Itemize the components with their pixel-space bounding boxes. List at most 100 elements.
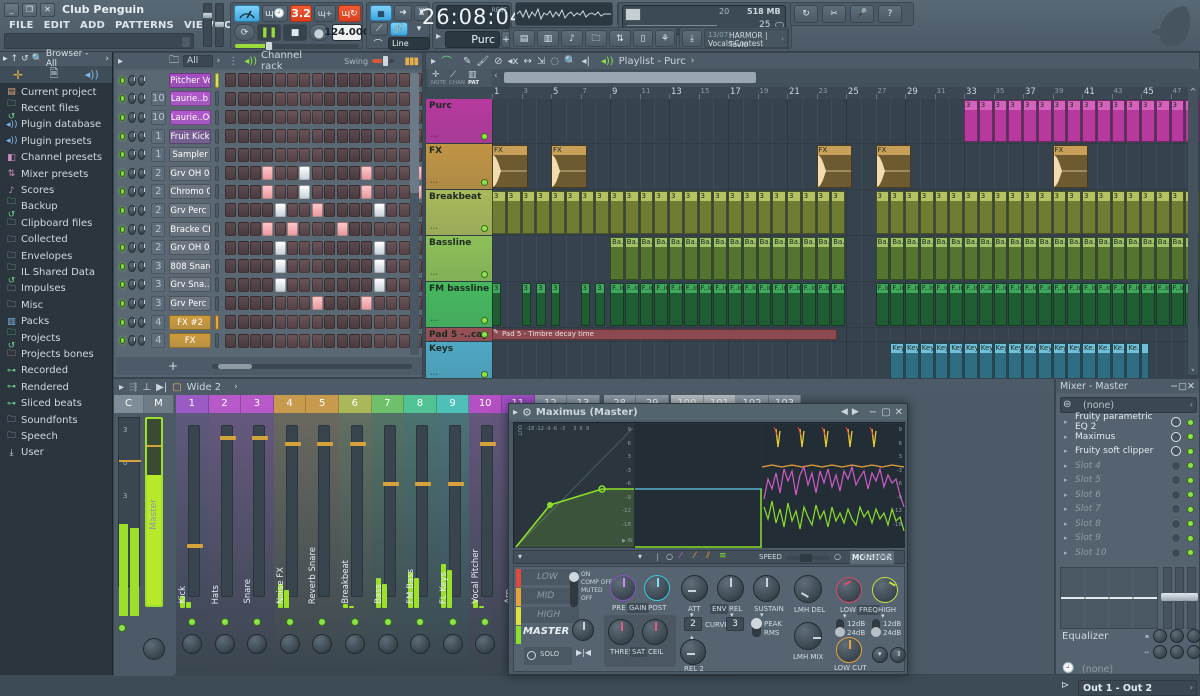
channel-gate-indicator[interactable] — [214, 258, 220, 274]
fx-clip[interactable]: FX — [551, 145, 587, 188]
channel-volume-knob[interactable] — [137, 149, 146, 161]
step-button[interactable] — [237, 166, 249, 181]
slot-mix-knob[interactable] — [1171, 446, 1181, 457]
browser-item-plugin-database[interactable]: ◂)) Plugin database — [0, 117, 112, 133]
effect-slot[interactable]: ▸ Slot 7 — [1060, 502, 1197, 517]
fm-clip[interactable]: F..ine — [1037, 283, 1052, 326]
bassline-clip[interactable]: Ba..ne — [683, 237, 698, 280]
fader-cap[interactable] — [317, 442, 334, 446]
step-button[interactable] — [324, 333, 336, 348]
step-button[interactable] — [262, 91, 274, 106]
effect-slot[interactable]: ▸ Slot 9 — [1060, 531, 1197, 546]
step-button[interactable] — [386, 203, 398, 218]
breakbeat-clip[interactable]: 3 — [565, 191, 580, 234]
step-button[interactable] — [299, 240, 311, 255]
microphone-icon[interactable]: 🎤 — [850, 5, 874, 23]
lmh-mix-knob[interactable] — [794, 622, 822, 650]
mixer-strip-number[interactable]: 2 — [208, 395, 242, 413]
keys-clip[interactable]: Keys — [1008, 343, 1022, 380]
low-db-switch[interactable] — [835, 619, 845, 637]
channel-mute-led[interactable] — [120, 169, 126, 177]
channel-pan-knob[interactable] — [128, 74, 136, 86]
channel-pan-knob[interactable] — [128, 167, 136, 179]
slot-mix-knob[interactable] — [1171, 504, 1181, 515]
step-button[interactable] — [287, 277, 299, 292]
step-button[interactable] — [225, 184, 237, 199]
step-sequencer[interactable] — [225, 222, 422, 237]
mixer-strip-number[interactable]: 1 — [176, 395, 209, 413]
channel-row[interactable]: 2Grv Perc 13 — [116, 201, 422, 220]
master-input-select[interactable]: ⊜ (none) › — [1060, 397, 1197, 413]
maximus-close-icon[interactable]: ✕ — [895, 407, 903, 418]
double-slope-tool-icon[interactable]: ⫽ — [706, 551, 710, 561]
fm-clip[interactable]: F..ine — [669, 283, 683, 326]
fm-clip[interactable]: F..ine — [1096, 283, 1111, 326]
step-button[interactable] — [336, 222, 348, 237]
browser-tree[interactable]: ▤ Current project 🗀↺ Recent files ◂)) Plugin … — [0, 84, 112, 461]
mixer-pan-knob[interactable] — [312, 634, 333, 654]
playlist-lane[interactable]: Ba..neBa..neBa..neBa..neBa..neBa..neBa..… — [492, 236, 1200, 282]
step-sequencer[interactable] — [225, 91, 422, 106]
master-pitch-slider[interactable] — [214, 3, 225, 47]
step-button[interactable] — [237, 91, 249, 106]
fm-clip[interactable]: F..ine — [919, 283, 934, 326]
speed-reset-icon[interactable]: ○ — [834, 552, 841, 561]
lmh-del-knob[interactable] — [794, 575, 822, 603]
step-button[interactable] — [361, 296, 373, 311]
fm-clip[interactable]: F..ine — [978, 283, 993, 326]
bassline-clip[interactable]: Ba..ne — [831, 237, 845, 280]
channel-volume-knob[interactable] — [137, 297, 146, 309]
breakbeat-clip[interactable]: 3 — [875, 191, 890, 234]
mixer-strip-led[interactable] — [383, 618, 392, 626]
channel-mute-led[interactable] — [120, 225, 126, 233]
bassline-clip[interactable]: Ba..ne — [816, 237, 831, 280]
step-button[interactable] — [386, 110, 398, 125]
bassline-clip[interactable]: Ba..ne — [905, 237, 919, 280]
fm-clip[interactable]: F..ine — [1067, 283, 1081, 326]
step-button[interactable] — [398, 333, 410, 348]
step-button[interactable] — [287, 184, 299, 199]
channel-mixer-number[interactable]: 1 — [151, 128, 166, 144]
step-button[interactable] — [386, 277, 398, 292]
song-mode-icon[interactable]: ɰ🕘 — [262, 5, 288, 22]
eq-faders[interactable] — [1161, 567, 1198, 629]
step-button[interactable] — [237, 333, 249, 348]
breakbeat-clip[interactable]: 3 — [580, 191, 595, 234]
step-button[interactable] — [361, 166, 373, 181]
step-button[interactable] — [311, 333, 323, 348]
fm-clip[interactable]: F..ine — [772, 283, 786, 326]
bassline-clip[interactable]: Ba..ne — [1096, 237, 1111, 280]
step-button[interactable] — [237, 259, 249, 274]
keys-clip[interactable]: Keys — [964, 343, 978, 380]
magnet-icon[interactable]: ⌒ — [441, 53, 452, 69]
fm-clip[interactable]: 3 — [521, 283, 531, 326]
step-button[interactable] — [324, 259, 336, 274]
step-button[interactable] — [336, 166, 348, 181]
master-volume-thumb[interactable] — [202, 12, 213, 19]
preset-updown-icon[interactable]: ⇕ — [890, 647, 906, 663]
step-button[interactable] — [386, 73, 398, 88]
fm-clip[interactable]: F..ine — [1126, 283, 1140, 326]
multilink-icon[interactable]: ɰ+ — [314, 5, 336, 22]
bands-button[interactable]: BANDS — [849, 550, 905, 564]
channel-gate-indicator[interactable] — [214, 147, 220, 163]
pattern-mode-icon[interactable] — [234, 5, 260, 22]
step-button[interactable] — [324, 203, 336, 218]
step-button[interactable] — [349, 222, 361, 237]
step-button[interactable] — [262, 184, 274, 199]
plugin-picker-icon[interactable]: ⚘ — [655, 30, 675, 47]
playlist-lane[interactable]: 3333333333333333333333333333333333333333… — [492, 190, 1200, 236]
keys-clip[interactable]: Keys — [934, 343, 949, 380]
step-button[interactable] — [287, 333, 299, 348]
step-button[interactable] — [324, 222, 336, 237]
playlist-tool-tabs[interactable]: ✛ ⟋ ▥ NOTE CHAN PAT — [428, 69, 492, 87]
step-button[interactable] — [299, 203, 311, 218]
breakbeat-clip[interactable]: 3 — [713, 191, 727, 234]
step-button[interactable] — [225, 240, 237, 255]
mixer-pan-knob[interactable] — [182, 634, 202, 654]
step-button[interactable] — [262, 315, 274, 330]
rel-knob[interactable] — [717, 575, 744, 602]
step-button[interactable] — [299, 222, 311, 237]
fm-clip[interactable]: F..ine — [787, 283, 801, 326]
step-button[interactable] — [237, 203, 249, 218]
